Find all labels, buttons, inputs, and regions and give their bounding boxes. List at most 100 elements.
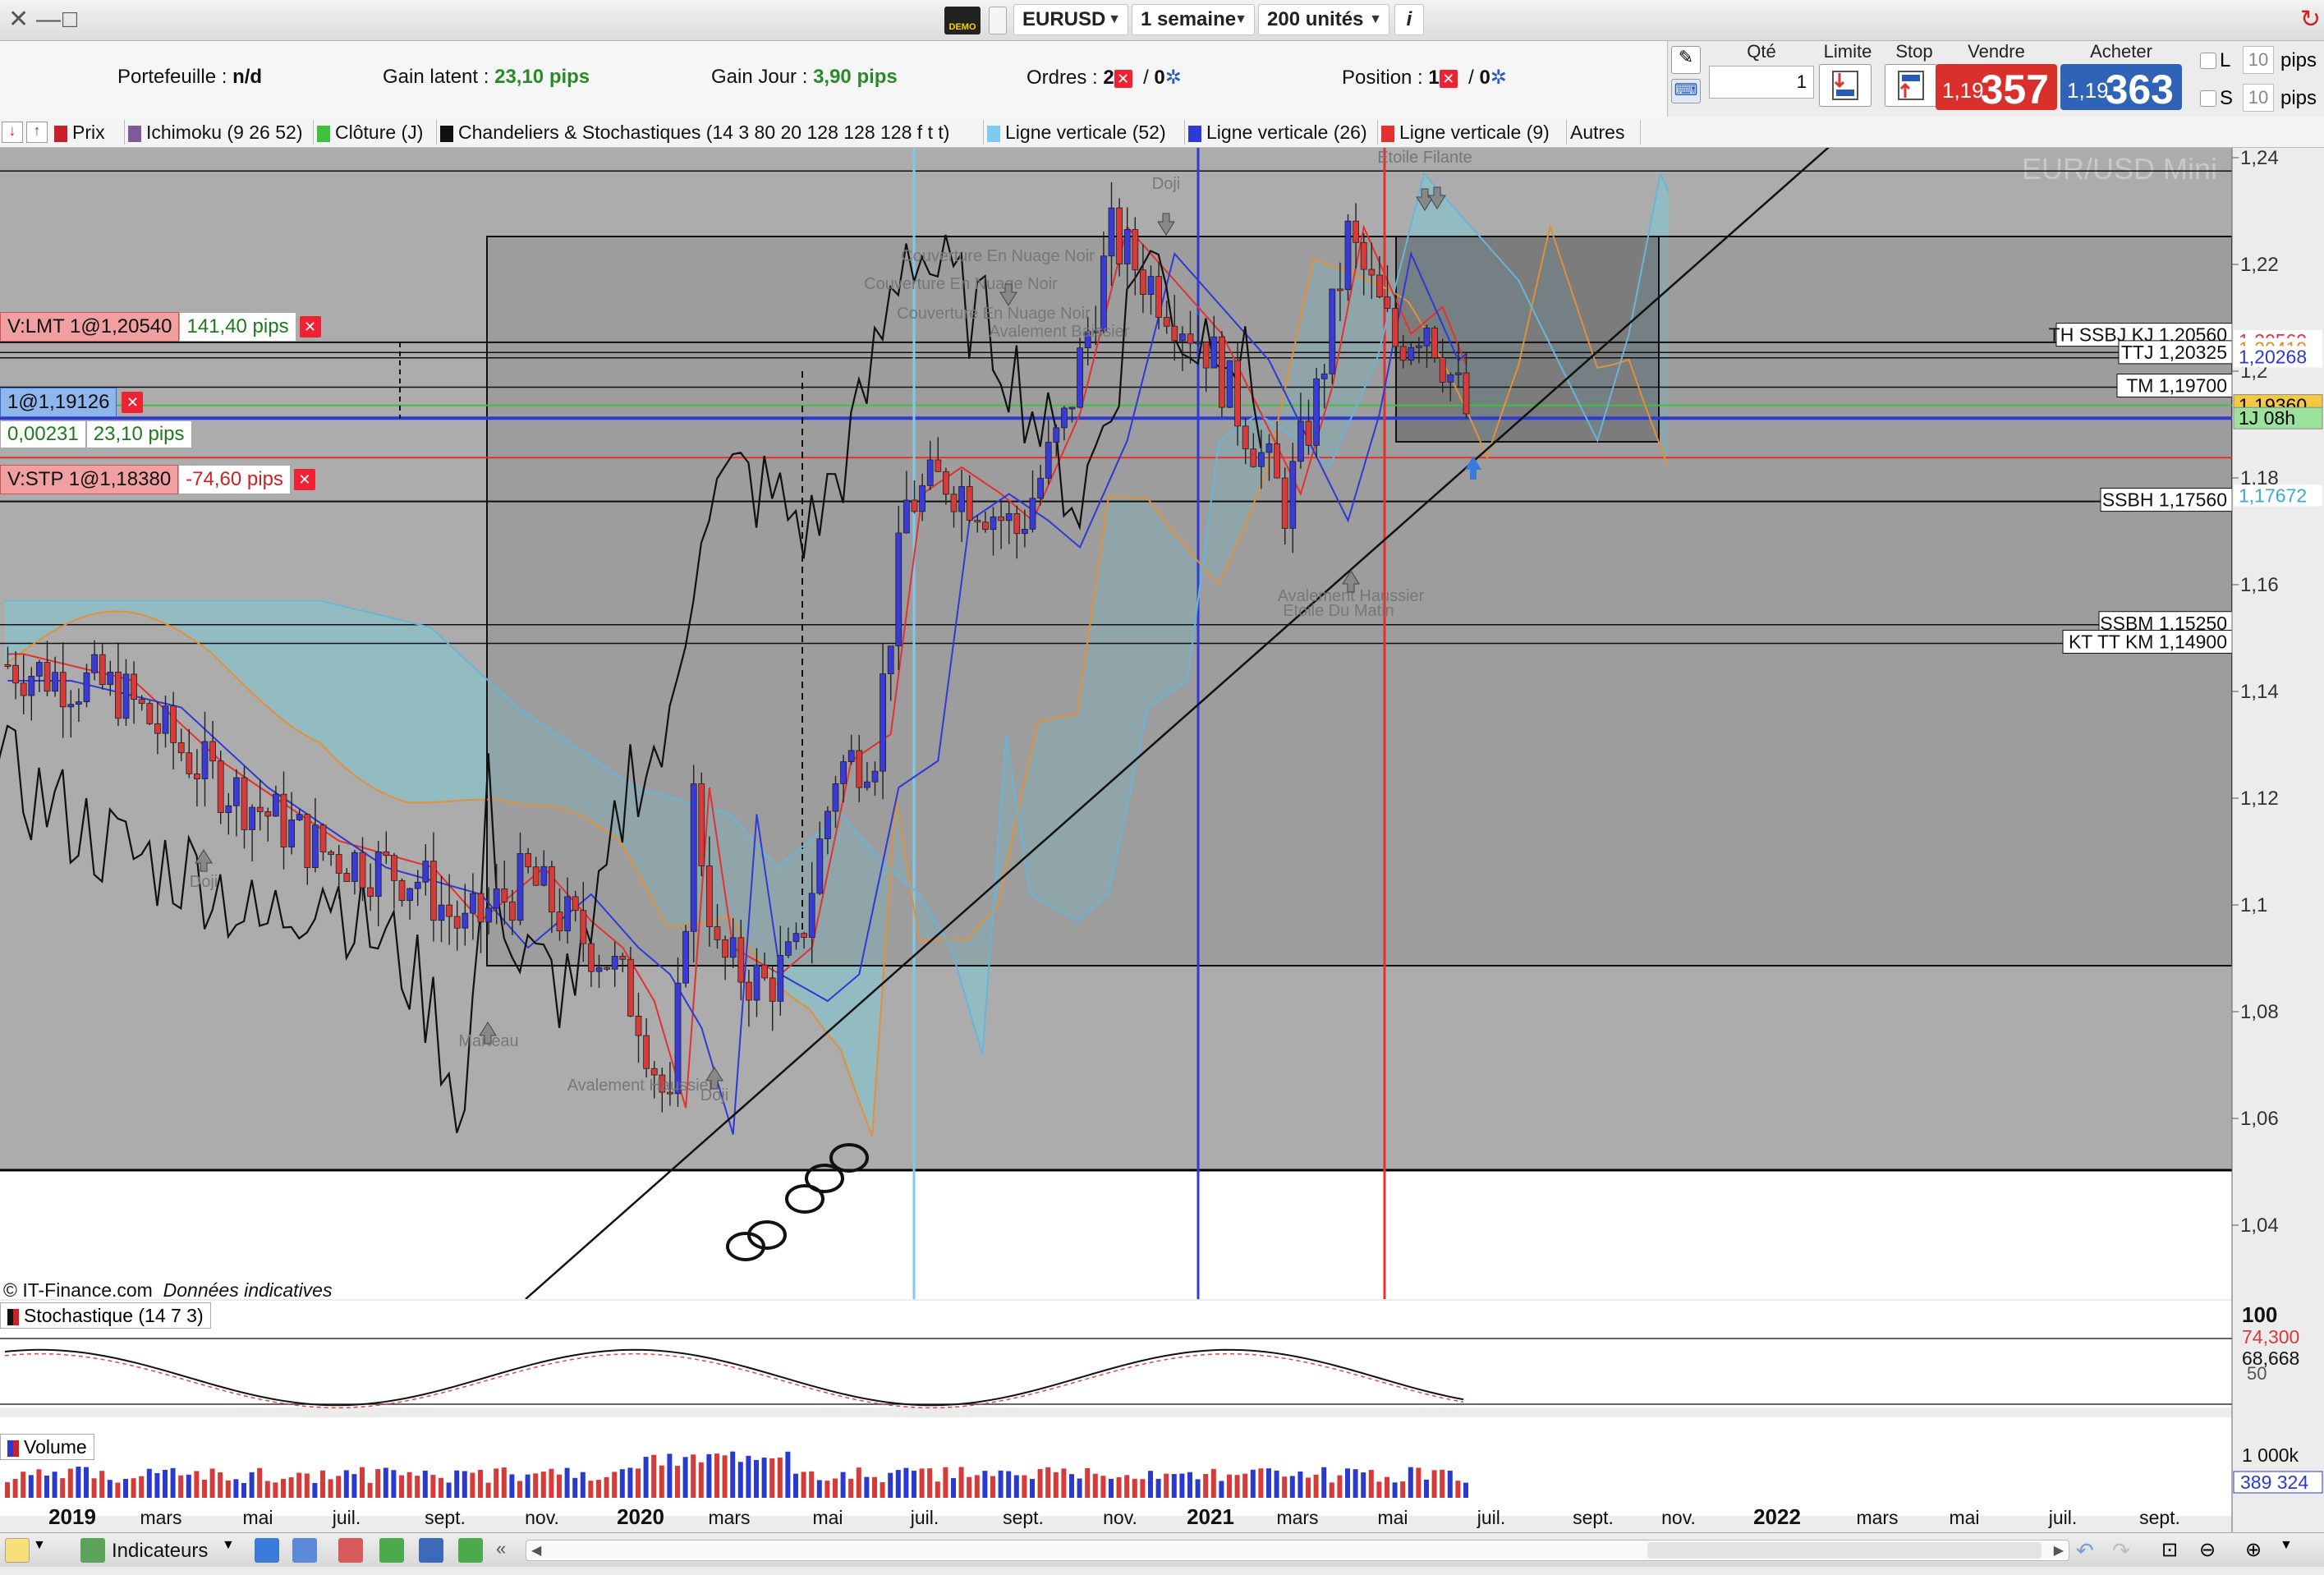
chevron-down-icon[interactable]: ▼ xyxy=(33,1538,66,1563)
price-tag: 1,20268 xyxy=(2239,346,2307,367)
l-pips-input[interactable]: 10 xyxy=(2243,46,2274,74)
candle-body xyxy=(4,664,11,667)
volume-bar xyxy=(730,1451,736,1498)
candle-body xyxy=(154,723,161,734)
gear-icon[interactable]: ✲ xyxy=(1490,67,1507,89)
position-pips: 23,10 pips xyxy=(85,420,192,448)
timeline-scrollbar[interactable]: ◀ ▶ xyxy=(526,1540,2069,1561)
stochastic-title[interactable]: Stochastique (14 7 3) xyxy=(0,1302,211,1329)
volume-bar xyxy=(281,1478,286,1498)
units-select[interactable]: 200 unités ▼ xyxy=(1258,4,1389,35)
keyboard-icon[interactable]: ⌨ xyxy=(1671,79,1701,103)
zoom-reset-icon[interactable]: ⊡ xyxy=(2161,1538,2186,1563)
maximize-icon[interactable]: □ xyxy=(62,7,77,33)
report-icon[interactable] xyxy=(338,1538,363,1563)
grid-icon[interactable] xyxy=(379,1538,404,1563)
close-position-icon[interactable]: ✕ xyxy=(1439,69,1458,88)
volume-bar xyxy=(1013,1475,1019,1498)
position-tag[interactable]: 1@1,19126 ✕ xyxy=(0,388,144,417)
indicator-3[interactable]: Chandeliers & Stochastiques (14 3 80 20 … xyxy=(437,120,984,145)
volume-bar xyxy=(439,1477,443,1498)
volume-title[interactable]: Volume xyxy=(0,1434,94,1460)
x-tick-label: 2021 xyxy=(1187,1504,1234,1529)
indicators-button[interactable]: Indicateurs xyxy=(112,1540,208,1563)
indicator-1[interactable]: Ichimoku (9 26 52) xyxy=(125,120,314,145)
indicators-icon[interactable] xyxy=(80,1538,105,1563)
minimize-icon[interactable]: — xyxy=(36,7,61,33)
pin-icon[interactable] xyxy=(989,7,1007,34)
candle-body xyxy=(792,933,800,943)
arrow-up-icon[interactable]: ↑ xyxy=(26,122,48,143)
candle-body xyxy=(690,783,697,932)
candle-body xyxy=(746,981,752,1001)
comment-icon[interactable] xyxy=(292,1538,317,1563)
candle-body xyxy=(1265,443,1273,453)
portefeuille: Portefeuille : n/d xyxy=(117,66,263,88)
scroll-start-icon[interactable]: « xyxy=(496,1538,521,1563)
undo-icon[interactable]: ↶ xyxy=(2076,1538,2101,1563)
buy-button[interactable]: 1,19 363 xyxy=(2060,64,2182,112)
volume-bar xyxy=(336,1476,342,1498)
info-button[interactable]: i xyxy=(1394,4,1424,35)
limit-order-tag[interactable]: V:LMT 1@1,20540 141,40 pips ✕ xyxy=(0,310,321,343)
arrow-down-icon[interactable]: ↓ xyxy=(2,122,23,143)
candle-body xyxy=(966,486,973,521)
candle-body xyxy=(1384,296,1391,309)
wrench-icon[interactable]: ✎ xyxy=(1671,46,1701,74)
indicator-5[interactable]: Ligne verticale (26) xyxy=(1185,120,1378,145)
s-pips-input[interactable]: 10 xyxy=(2243,84,2274,112)
candle-body xyxy=(114,671,122,719)
indicator-2[interactable]: Clôture (J) xyxy=(314,120,437,145)
position[interactable]: Position : 1 ✕ / 0✲ xyxy=(1342,66,1507,90)
qte-input[interactable]: 1 xyxy=(1709,66,1814,99)
symbol-select[interactable]: EURUSD ▼ xyxy=(1013,4,1128,35)
export-icon[interactable] xyxy=(458,1538,483,1563)
cancel-stop-icon[interactable]: ✕ xyxy=(293,469,315,490)
volume-bar xyxy=(1392,1482,1398,1498)
candle-body xyxy=(319,824,327,852)
candle-body xyxy=(249,806,256,830)
x-tick-label: sept. xyxy=(425,1507,466,1528)
indicator-6[interactable]: Ligne verticale (9) xyxy=(1378,120,1567,145)
compare-icon[interactable] xyxy=(419,1538,443,1563)
chevron-down-icon[interactable]: ▼ xyxy=(222,1538,241,1563)
s-checkbox[interactable] xyxy=(2200,90,2216,107)
chart-area[interactable]: EUR/USD Mini Doji Couverture En Nuage Noi… xyxy=(0,148,2324,1575)
stop-order-tag[interactable]: V:STP 1@1,18380 -74,60 pips ✕ xyxy=(0,465,315,494)
pattern-annotation: Couverture En Nuage Noir xyxy=(864,275,1058,293)
volume-bar xyxy=(1306,1477,1311,1498)
indicator-0[interactable]: Prix xyxy=(51,120,125,145)
share-icon[interactable] xyxy=(255,1538,279,1563)
candle-body xyxy=(1360,241,1367,270)
gear-icon[interactable]: ✲ xyxy=(1165,67,1182,89)
cancel-orders-icon[interactable]: ✕ xyxy=(1114,69,1132,88)
sell-button[interactable]: 1,19 357 xyxy=(1936,64,2057,112)
candle-body xyxy=(1305,420,1312,446)
limite-button[interactable] xyxy=(1819,64,1872,107)
candle-body xyxy=(1281,477,1288,529)
ordres[interactable]: Ordres : 2 ✕ / 0✲ xyxy=(1027,66,1182,90)
volume-value: 389 324 xyxy=(2240,1472,2308,1493)
l-checkbox[interactable] xyxy=(2200,53,2216,69)
indicator-label: Chandeliers & Stochastiques (14 3 80 20 … xyxy=(458,122,950,143)
zoom-in-icon[interactable]: ⊕ xyxy=(2245,1538,2270,1563)
draw-tool-icon[interactable] xyxy=(5,1538,30,1563)
candle-body xyxy=(146,703,154,724)
indicator-label: Autres xyxy=(1570,122,1625,143)
period-select[interactable]: 1 semaine ▼ xyxy=(1132,4,1255,35)
close-icon[interactable]: ✕ xyxy=(8,7,29,33)
volume-bar xyxy=(494,1468,499,1498)
close-position-tag-icon[interactable]: ✕ xyxy=(122,392,144,413)
indicator-swatch xyxy=(440,125,453,142)
volume-bar xyxy=(1219,1481,1224,1498)
volume-bar xyxy=(682,1457,688,1498)
cancel-limit-icon[interactable]: ✕ xyxy=(299,316,321,338)
candle-body xyxy=(847,750,855,762)
stop-button[interactable] xyxy=(1885,64,1937,107)
volume-bar xyxy=(225,1480,231,1498)
indicator-7[interactable]: Autres xyxy=(1567,120,1641,145)
chevron-down-icon[interactable]: ▼ xyxy=(2280,1538,2304,1563)
zoom-out-icon[interactable]: ⊖ xyxy=(2199,1538,2224,1563)
redo-icon[interactable]: ↷ xyxy=(2112,1538,2137,1563)
indicator-4[interactable]: Ligne verticale (52) xyxy=(984,120,1185,145)
